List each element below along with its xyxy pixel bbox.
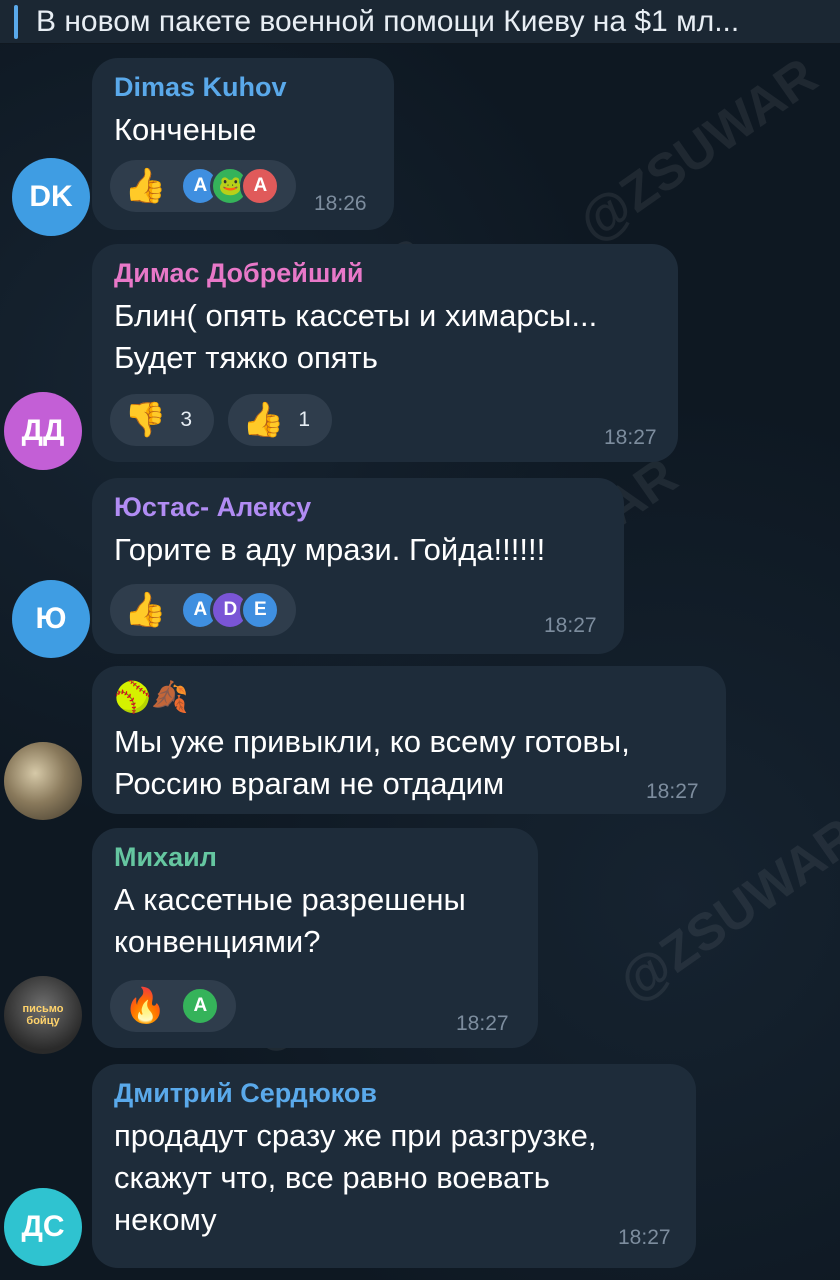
avatar-initials: Ю bbox=[35, 602, 67, 635]
avatar[interactable]: письмо бойцу bbox=[4, 976, 82, 1054]
message-time: 18:27 bbox=[604, 426, 657, 449]
message-time: 18:27 bbox=[456, 1012, 509, 1035]
avatar[interactable]: DK bbox=[12, 158, 90, 236]
reaction-count: 1 bbox=[298, 408, 311, 431]
avatar[interactable]: ДС bbox=[4, 1188, 82, 1266]
message-text: Горите в аду мрази. Гойда!!!!!! bbox=[114, 532, 546, 567]
message-text: Блин( опять кассеты и химарсы... bbox=[114, 298, 598, 333]
reactions: 👍 A 🐸 A bbox=[110, 160, 297, 212]
avatar-initials: ДД bbox=[21, 414, 65, 447]
reaction-thumbs-up[interactable]: 👍 1 bbox=[228, 394, 332, 446]
message-text: конвенциями? bbox=[114, 924, 321, 959]
reactions: 👎 3 👍 1 bbox=[110, 394, 332, 446]
pinned-indicator bbox=[14, 4, 18, 39]
message-text: скажут что, все равно воевать bbox=[114, 1160, 550, 1195]
message-text: Конченые bbox=[114, 112, 257, 147]
fire-icon: 🔥 bbox=[124, 987, 167, 1025]
avatar-label: письмо бойцу bbox=[22, 1003, 64, 1027]
avatar[interactable]: Ю bbox=[12, 580, 90, 658]
message-text: Будет тяжко опять bbox=[114, 340, 378, 375]
author-name[interactable]: Юстас- Алексу bbox=[114, 492, 602, 523]
pinned-message-bar[interactable]: В новом пакете военной помощи Киеву на $… bbox=[0, 0, 840, 44]
message-text: Мы уже привыкли, ко всему готовы, bbox=[114, 724, 630, 759]
avatar-initials: DK bbox=[29, 180, 73, 213]
message-text: А кассетные разрешены bbox=[114, 882, 466, 917]
thumbs-up-icon: 👍 bbox=[124, 591, 167, 629]
avatar[interactable] bbox=[4, 742, 82, 820]
message-time: 18:26 bbox=[314, 192, 367, 215]
reaction-thumbs-up[interactable]: 👍 A 🐸 A bbox=[110, 160, 297, 212]
author-name[interactable]: Михаил bbox=[114, 842, 516, 873]
reaction-users: A 🐸 A bbox=[180, 166, 281, 206]
author-name[interactable]: Димас Добрейший bbox=[114, 258, 656, 289]
thumbs-up-icon: 👍 bbox=[242, 401, 285, 439]
author-name[interactable]: 🥎🍂 bbox=[114, 680, 704, 715]
message-bubble[interactable]: Дмитрий Сердюков продадут сразу же при р… bbox=[92, 1064, 696, 1268]
user-mini-avatar: E bbox=[240, 590, 281, 630]
avatar[interactable]: ДД bbox=[4, 392, 82, 470]
reaction-fire[interactable]: 🔥 A bbox=[110, 980, 237, 1032]
reaction-users: A D E bbox=[180, 590, 281, 630]
author-name[interactable]: Dimas Kuhov bbox=[114, 72, 372, 103]
reactions: 👍 A D E bbox=[110, 584, 297, 636]
message-time: 18:27 bbox=[618, 1226, 671, 1249]
user-mini-avatar: A bbox=[180, 986, 221, 1026]
user-mini-avatar: A bbox=[240, 166, 281, 206]
thumbs-down-icon: 👎 bbox=[124, 401, 167, 439]
reaction-users: A bbox=[180, 986, 221, 1026]
message-text: Россию врагам не отдадим bbox=[114, 766, 505, 801]
reaction-count: 3 bbox=[180, 408, 193, 431]
author-name[interactable]: Дмитрий Сердюков bbox=[114, 1078, 674, 1109]
reactions: 🔥 A bbox=[110, 980, 237, 1032]
message-time: 18:27 bbox=[544, 614, 597, 637]
avatar-initials: ДС bbox=[21, 1210, 65, 1243]
reaction-thumbs-down[interactable]: 👎 3 bbox=[110, 394, 214, 446]
message-time: 18:27 bbox=[646, 780, 699, 803]
message-text: некому bbox=[114, 1202, 217, 1237]
message-bubble[interactable]: 🥎🍂 Мы уже привыкли, ко всему готовы, Рос… bbox=[92, 666, 726, 814]
reaction-thumbs-up[interactable]: 👍 A D E bbox=[110, 584, 297, 636]
pinned-message-text: В новом пакете военной помощи Киеву на $… bbox=[36, 4, 740, 38]
message-text: продадут сразу же при разгрузке, bbox=[114, 1118, 597, 1153]
thumbs-up-icon: 👍 bbox=[124, 167, 167, 205]
